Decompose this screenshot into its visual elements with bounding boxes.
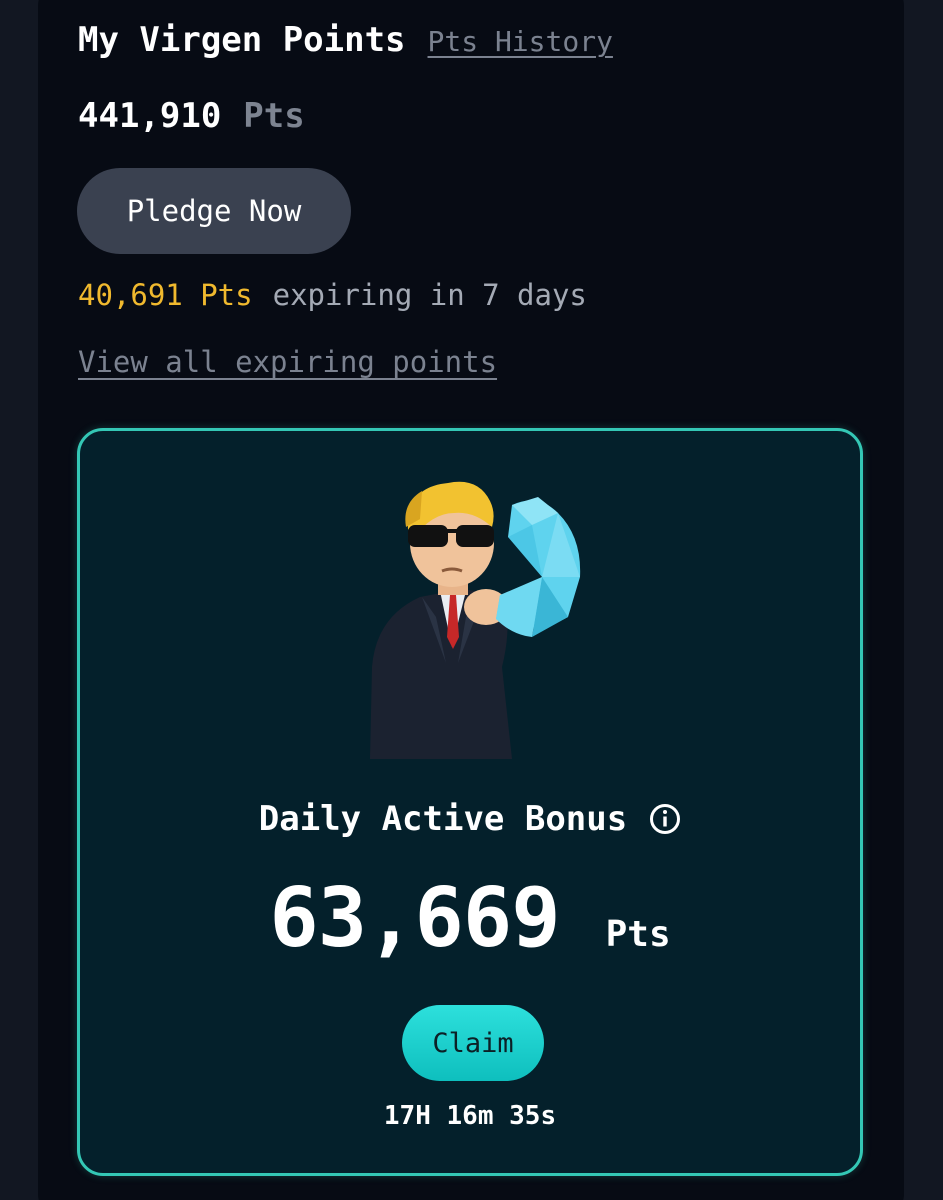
points-total: 441,910 Pts	[78, 96, 305, 136]
info-icon[interactable]	[649, 803, 681, 835]
claim-countdown: 17H 16m 35s	[383, 1101, 557, 1131]
flexing-mascot-image	[370, 481, 581, 759]
expiring-amount: 40,691 Pts	[78, 278, 253, 312]
points-header: My Virgen Points Pts History	[78, 20, 613, 70]
daily-bonus-card: Daily Active Bonus 63,669 Pts Claim 17H …	[77, 428, 863, 1176]
bonus-amount: 63,669	[269, 871, 560, 966]
claim-button[interactable]: Claim	[402, 1005, 544, 1081]
expiring-text: expiring in 7 days	[272, 278, 587, 312]
pledge-now-button[interactable]: Pledge Now	[77, 168, 351, 254]
points-total-unit: Pts	[243, 96, 305, 136]
bonus-amount-row: 63,669 Pts	[80, 871, 860, 966]
points-history-link[interactable]: Pts History	[428, 25, 613, 58]
expiring-points-notice: 40,691 Pts expiring in 7 days	[78, 278, 587, 312]
bonus-unit: Pts	[605, 914, 671, 955]
points-total-value: 441,910	[78, 96, 222, 136]
bonus-title-row: Daily Active Bonus	[80, 799, 860, 839]
section-title: My Virgen Points	[78, 20, 406, 60]
view-expiring-points-link[interactable]: View all expiring points	[78, 345, 497, 379]
bonus-title: Daily Active Bonus	[258, 799, 628, 839]
